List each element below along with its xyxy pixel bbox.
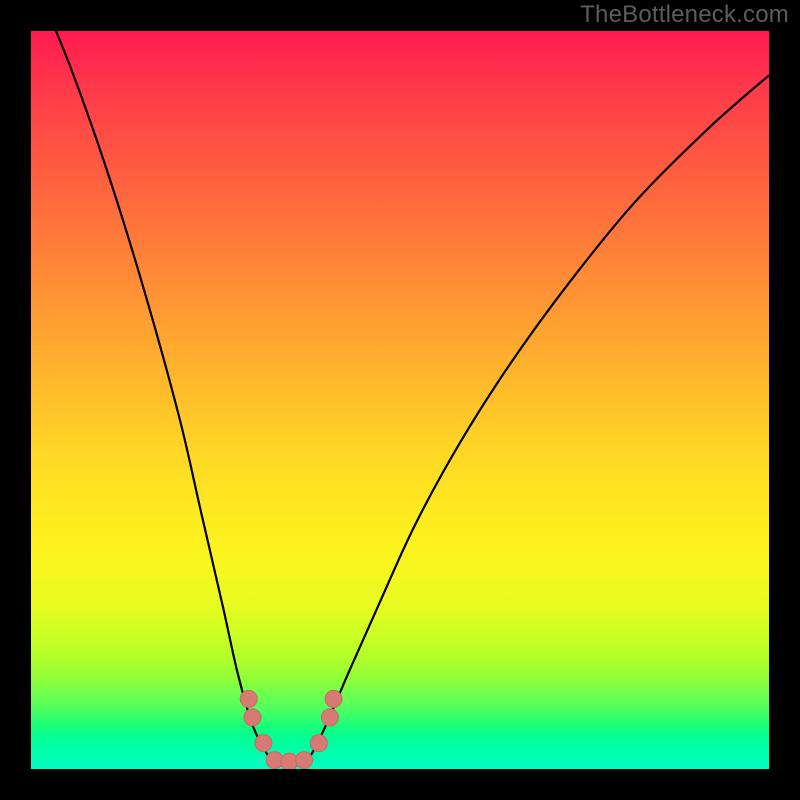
chart-frame: TheBottleneck.com <box>0 0 800 800</box>
data-marker <box>240 690 257 707</box>
data-marker <box>296 752 313 769</box>
bottleneck-curve <box>31 31 769 766</box>
watermark-text: TheBottleneck.com <box>580 1 789 29</box>
chart-svg <box>31 31 769 769</box>
data-marker <box>321 709 338 726</box>
curve-layer <box>31 31 769 766</box>
data-marker <box>325 690 342 707</box>
data-marker <box>255 735 272 752</box>
data-marker <box>310 735 327 752</box>
plot-area <box>31 31 769 769</box>
data-marker <box>244 709 261 726</box>
